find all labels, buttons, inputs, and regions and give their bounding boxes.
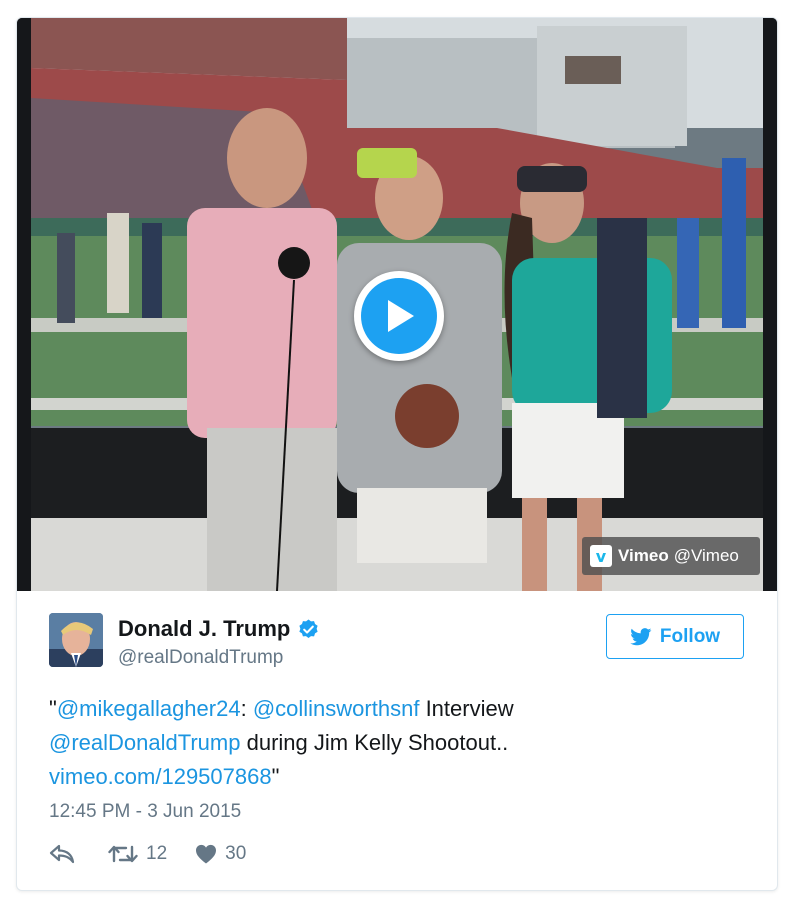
like-button[interactable]: 30 xyxy=(195,843,246,865)
retweet-count: 12 xyxy=(146,843,168,864)
play-button[interactable] xyxy=(354,271,444,361)
reply-icon xyxy=(49,844,75,864)
tweet-actions: 12 30 xyxy=(49,843,246,865)
tweet-text-segment: Interview xyxy=(419,696,514,721)
twitter-bird-icon xyxy=(630,627,652,645)
vimeo-logo-icon: v xyxy=(590,545,612,567)
tweet-timestamp[interactable]: 12:45 PM - 3 Jun 2015 xyxy=(49,801,241,823)
verified-badge-icon xyxy=(299,618,318,638)
video-player[interactable]: v Vimeo @Vimeo xyxy=(17,18,777,591)
play-icon xyxy=(361,278,437,354)
reply-button[interactable] xyxy=(49,844,75,864)
heart-icon xyxy=(196,844,217,864)
provider-handle: @Vimeo xyxy=(673,546,739,565)
author-handle[interactable]: @realDonaldTrump xyxy=(118,647,283,669)
embedded-tweet-card: v Vimeo @Vimeo Donald J. Trump @realDona… xyxy=(16,17,778,891)
tweet-text-quote-open: " xyxy=(49,696,57,721)
avatar-image xyxy=(49,613,103,667)
retweet-button[interactable]: 12 xyxy=(108,843,167,865)
like-count: 30 xyxy=(225,843,247,864)
mention-link[interactable]: @realDonaldTrump xyxy=(49,730,240,755)
mention-link[interactable]: @mikegallagher24 xyxy=(57,696,241,721)
retweet-icon xyxy=(108,845,138,863)
tweet-text-segment: during Jim Kelly Shootout.. xyxy=(240,730,509,755)
tweet-text-segment: : xyxy=(240,696,253,721)
mention-link[interactable]: @collinsworthsnf xyxy=(253,696,420,721)
avatar[interactable] xyxy=(49,613,103,667)
provider-name: Vimeo xyxy=(618,546,669,565)
tweet-text: "@mikegallagher24: @collinsworthsnf Inte… xyxy=(49,692,739,794)
tweet-text-quote-close: " xyxy=(271,764,280,789)
author-display-name[interactable]: Donald J. Trump xyxy=(118,616,290,642)
video-url-link[interactable]: vimeo.com/129507868 xyxy=(49,764,272,789)
vimeo-provider-badge[interactable]: v Vimeo @Vimeo xyxy=(582,537,760,575)
follow-button[interactable]: Follow xyxy=(606,614,744,659)
author-name-row[interactable]: Donald J. Trump xyxy=(118,616,320,642)
follow-button-label: Follow xyxy=(659,625,721,647)
